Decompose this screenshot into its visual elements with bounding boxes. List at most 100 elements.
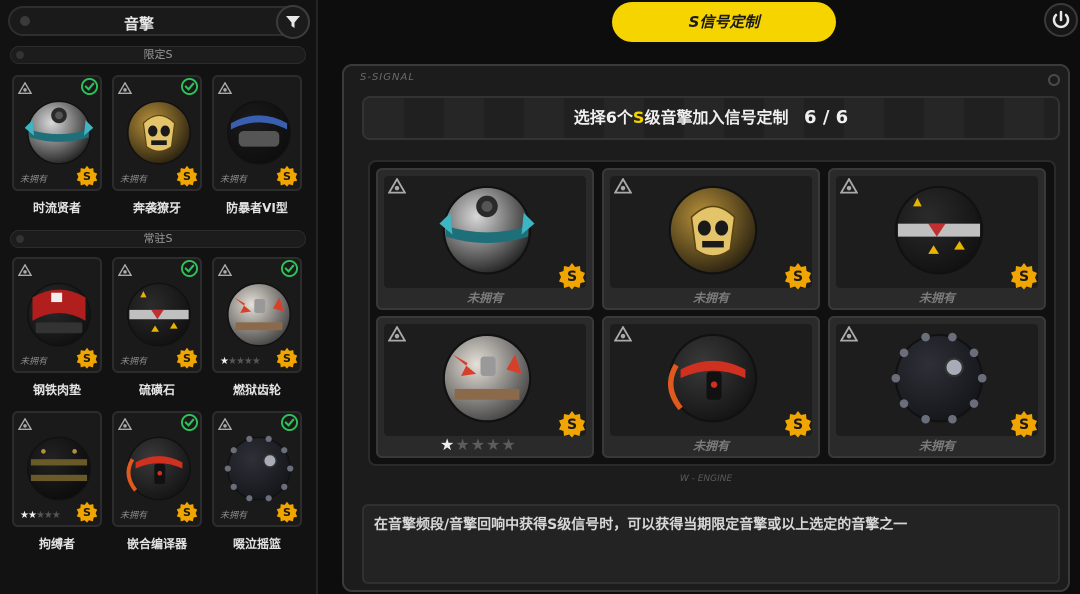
attribute-icon [387, 325, 407, 342]
s-rank-badge-icon: S [785, 263, 811, 290]
s-rank-badge-icon: S [76, 501, 98, 523]
wengine-card-name: 奔袭獠牙 [132, 201, 181, 215]
wengine-orb-image [891, 332, 987, 424]
ownership-status: 未拥有 [120, 511, 148, 521]
wengine-orb-image [668, 185, 758, 275]
wengine-orb-image [224, 435, 294, 502]
category-header: 音擎 [8, 5, 310, 39]
selected-slot-grid: S 未拥有 S 未拥有 S 未拥有 S ★★★★★ S 未拥有 S 未拥有 [368, 160, 1056, 466]
wengine-card[interactable]: ★★★★★ S [212, 257, 302, 373]
wengine-card[interactable]: ★★★★★ S [12, 411, 102, 527]
selection-count: 6 / 6 [804, 107, 849, 128]
power-icon [1052, 10, 1070, 29]
wengine-card-name: 燃狱齿轮 [232, 383, 281, 397]
wengine-orb-image [227, 282, 291, 347]
exit-button[interactable] [1044, 3, 1078, 37]
wengine-card[interactable]: 未拥有 S [112, 257, 202, 373]
wengine-card-name: 啜泣摇篮 [232, 537, 281, 551]
ownership-status: 未拥有 [692, 439, 729, 453]
section-limited-s: 限定S [10, 46, 306, 64]
s-rank-badge-icon: S [785, 411, 811, 438]
wengine-card[interactable]: 未拥有 S [212, 75, 302, 191]
s-rank-badge-icon: S [176, 501, 198, 523]
s-rank-badge-icon: S [176, 165, 198, 187]
svg-text:S: S [183, 352, 191, 365]
section-label: 限定S [143, 48, 173, 61]
wengine-card-name: 防暴者VI型 [226, 201, 288, 215]
svg-text:S: S [83, 352, 91, 365]
section-standard-s: 常驻S [10, 230, 306, 248]
svg-text:S: S [283, 170, 291, 183]
wengine-footer-label: W - ENGINE [679, 474, 733, 484]
ownership-status: 未拥有 [466, 291, 503, 305]
selected-wengine-slot[interactable]: S ★★★★★ [376, 316, 594, 458]
wengine-orb-image [24, 100, 94, 165]
wengine-card[interactable]: 未拥有 S [112, 411, 202, 527]
filter-button[interactable] [276, 5, 310, 39]
wengine-orb-image [439, 185, 535, 275]
wengine-card[interactable]: 未拥有 S [212, 411, 302, 527]
star-rating: ★★★★★ [440, 435, 517, 454]
tab-s-signal-custom[interactable]: S信号定制 [612, 2, 836, 42]
section-label: 常驻S [143, 232, 173, 245]
s-rank-badge-icon: S [1011, 263, 1037, 290]
ownership-status: 未拥有 [220, 175, 248, 185]
frame-corner-dot [1048, 74, 1060, 86]
ownership-status: 未拥有 [918, 291, 955, 305]
wengine-card-name: 钢铁肉垫 [32, 383, 81, 397]
funnel-icon [286, 16, 300, 28]
tab-bar: A概率提升 S信号定制 [612, 2, 1028, 42]
selected-wengine-slot[interactable]: S 未拥有 [602, 316, 820, 458]
selected-wengine-slot[interactable]: S 未拥有 [602, 168, 820, 310]
wengine-orb-image [227, 100, 291, 165]
description-box: 在音擎频段/音擎回响中获得S级信号时，可以获得当期限定音擎或以上选定的音擎之一 [362, 504, 1060, 584]
selected-wengine-slot[interactable]: S 未拥有 [828, 316, 1046, 458]
wengine-orb-image [668, 333, 758, 423]
selected-wengine-slot[interactable]: S 未拥有 [828, 168, 1046, 310]
attribute-icon [613, 177, 633, 194]
banner-suffix: 级音擎加入信号定制 [644, 108, 789, 127]
attribute-icon [613, 325, 633, 342]
description-text: 在音擎频段/音擎回响中获得S级信号时，可以获得当期限定音擎或以上选定的音擎之一 [374, 517, 908, 533]
wengine-orb-image [442, 333, 532, 423]
wengine-orb-image [127, 282, 191, 347]
tab-label: A概率提升 [896, 13, 968, 31]
svg-text:S: S [793, 417, 803, 433]
star-rating: ★★★★★ [220, 356, 261, 367]
s-rank-badge-icon: S [76, 165, 98, 187]
attribute-icon [839, 325, 859, 342]
selection-banner: 选择6个S级音擎加入信号定制 6 / 6 [362, 96, 1060, 140]
attribute-icon [839, 177, 859, 194]
svg-text:S: S [183, 506, 191, 519]
wengine-list-panel: 音擎 限定S 常驻S 未拥有 S 时流贤者 未拥有 S 奔袭獠牙 未拥有 S 防… [0, 0, 318, 594]
svg-text:S: S [83, 170, 91, 183]
s-rank-badge-icon: S [276, 501, 298, 523]
wengine-card[interactable]: 未拥有 S [12, 75, 102, 191]
svg-text:S: S [283, 506, 291, 519]
selected-wengine-slot[interactable]: S 未拥有 [376, 168, 594, 310]
s-rank-badge-icon: S [1011, 411, 1037, 438]
wengine-card-name: 时流贤者 [32, 201, 81, 215]
s-rank-badge-icon: S [276, 347, 298, 369]
attribute-icon [387, 177, 407, 194]
ownership-status: 未拥有 [20, 175, 48, 185]
svg-text:S: S [567, 269, 577, 285]
svg-text:S: S [283, 352, 291, 365]
ownership-status: 未拥有 [120, 175, 148, 185]
s-rank-badge-icon: S [76, 347, 98, 369]
wengine-card[interactable]: 未拥有 S [12, 257, 102, 373]
wengine-card-name: 嵌合编译器 [126, 537, 187, 551]
section-dot [16, 51, 24, 59]
category-title: 音擎 [123, 15, 154, 33]
wengine-card[interactable]: 未拥有 S [112, 75, 202, 191]
svg-text:S: S [183, 170, 191, 183]
banner-prefix: 选择6个 [573, 108, 633, 127]
section-dot [16, 235, 24, 243]
svg-text:S: S [1019, 417, 1029, 433]
wengine-card-name: 硫磺石 [138, 383, 175, 397]
svg-text:S: S [567, 417, 577, 433]
wengine-orb-image [27, 436, 91, 501]
wengine-orb-image [126, 436, 191, 501]
banner-highlight: S [632, 108, 645, 127]
s-rank-badge-icon: S [559, 411, 585, 438]
